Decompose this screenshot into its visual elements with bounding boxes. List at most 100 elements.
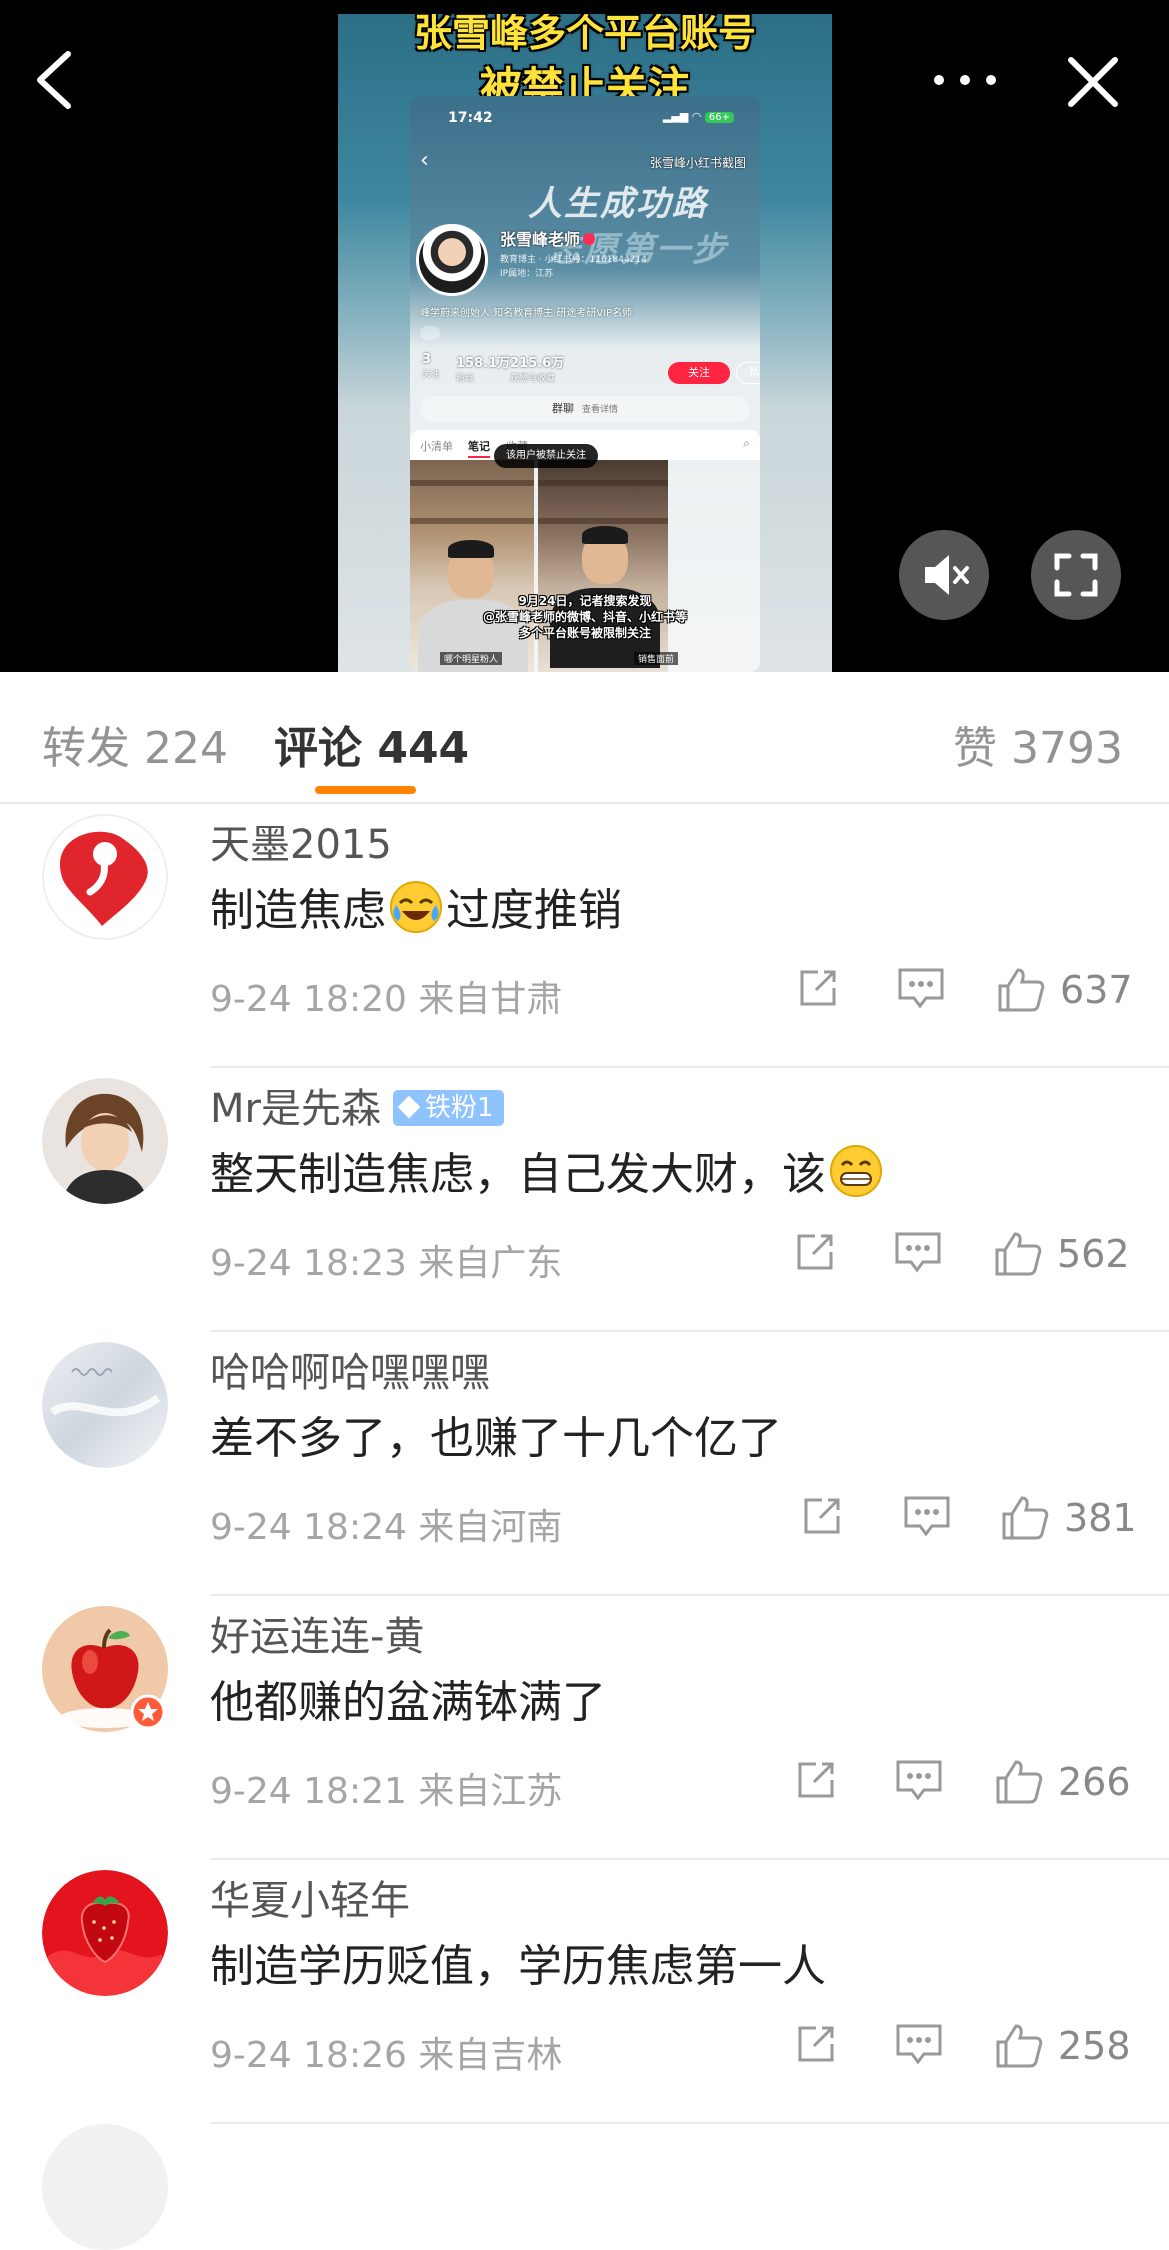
like-count: 258 xyxy=(1058,2024,1131,2068)
diamond-icon xyxy=(397,1095,421,1119)
group-chat-label: 群聊 xyxy=(551,402,574,415)
fullscreen-icon[interactable] xyxy=(1031,530,1121,620)
comment-meta: 9-24 18:21 来自江苏 xyxy=(210,1762,562,1814)
inner-back-icon: ‹ xyxy=(420,148,429,173)
comment-text: 整天制造焦虑，自己发大财，该 xyxy=(210,1138,886,1202)
comment-text: 制造焦虑 过度推销 xyxy=(210,874,622,938)
video-headline-line1: 张雪峰多个平台账号 xyxy=(413,14,756,55)
tab-repost[interactable]: 转发 224 xyxy=(42,712,228,776)
comment-text: 他都赚的盆满钵满了 xyxy=(210,1677,606,1728)
comment-location: 来自甘肃 xyxy=(418,979,563,1020)
tab-likes[interactable]: 赞 3793 xyxy=(953,712,1123,776)
username[interactable]: 哈哈啊哈嘿嘿嘿 xyxy=(210,1340,490,1398)
tabs-bar: 转发 224 评论 444 赞 3793 xyxy=(0,672,1169,804)
crying-laughing-emoji-icon xyxy=(388,879,444,935)
like-icon xyxy=(996,2024,1043,2068)
active-tab-indicator xyxy=(315,786,416,794)
reply-icon[interactable] xyxy=(893,1230,943,1274)
caption-line3: 多个平台账号被限制关注 xyxy=(518,626,651,640)
comment-time: 9-24 18:23 xyxy=(210,1243,407,1284)
like-button[interactable]: 637 xyxy=(996,966,1133,1016)
like-icon xyxy=(995,1232,1042,1276)
verified-icon xyxy=(583,233,596,245)
vip-badge-icon xyxy=(130,1694,166,1730)
avatar[interactable] xyxy=(42,1606,168,1732)
stat-following: 3 关注 xyxy=(422,352,441,380)
battery-badge: 66+ xyxy=(704,112,734,123)
comment-text: 差不多了，也赚了十几个亿了 xyxy=(210,1413,782,1464)
share-icon[interactable] xyxy=(800,1494,844,1538)
comment-item: 哈哈啊哈嘿嘿嘿 差不多了，也赚了十几个亿了 9-24 18:24 来自河南 38… xyxy=(0,1332,1169,1596)
video-player[interactable]: 张雪峰多个平台账号 被禁止关注 17:42 ▂▄▆ ◠ 66+ ‹ 张雪峰小红书… xyxy=(0,0,1169,672)
inner-follow-button: 关注 xyxy=(668,362,730,384)
group-chat-sub: 查看详情 xyxy=(581,405,618,415)
comment-item: 好运连连-黄 他都赚的盆满钵满了 9-24 18:21 来自江苏 266 xyxy=(0,1596,1169,1860)
like-count: 637 xyxy=(1060,968,1133,1012)
comment-item: Mr是先森 铁粉1 整天制造焦虑，自己发大财，该 9-24 18:23 来自广东 … xyxy=(0,1068,1169,1332)
avatar[interactable] xyxy=(42,1342,168,1468)
inner-message-button: 私信 xyxy=(736,362,760,384)
close-icon[interactable] xyxy=(1063,52,1123,112)
share-icon[interactable] xyxy=(796,966,840,1010)
slogan-line1: 人生成功路 xyxy=(528,184,708,224)
comment-location: 来自江苏 xyxy=(418,1771,563,1812)
profile-bio: 峰学蔚来创始人 知名教育博主 研途考研VIP名师 xyxy=(420,308,633,319)
thumb-label-right: 销售面前 xyxy=(634,652,679,665)
thumb-label-left: 哪个明星粉人 xyxy=(440,652,503,665)
comment-time: 9-24 18:21 xyxy=(210,1771,407,1812)
share-icon[interactable] xyxy=(793,1230,837,1274)
avatar[interactable] xyxy=(42,814,168,940)
comment-text: 制造学历贬值，学历焦虑第一人 xyxy=(210,1941,826,1992)
reply-icon[interactable] xyxy=(896,966,946,1010)
share-icon[interactable] xyxy=(794,2022,838,2066)
comment-meta: 9-24 18:23 来自广东 xyxy=(210,1234,562,1286)
inner-tab-list: 小清单 xyxy=(420,440,453,453)
stat-fans: 158.1万 粉丝 xyxy=(456,356,511,384)
caption-line2: @张雪峰老师的微博、抖音、小红书等 xyxy=(482,610,687,624)
avatar[interactable] xyxy=(42,1078,168,1204)
comment-location: 来自吉林 xyxy=(418,2035,563,2076)
share-icon[interactable] xyxy=(794,1758,838,1802)
group-chat-bar: 群聊 查看详情 xyxy=(420,396,750,422)
comment-list: 天墨2015 制造焦虑 过度推销 9-24 18:20 来自甘肃 637 Mr是先… xyxy=(0,804,1169,2124)
comment-time: 9-24 18:24 xyxy=(210,1507,407,1548)
more-dots-icon[interactable] xyxy=(925,62,1005,98)
video-frame[interactable]: 张雪峰多个平台账号 被禁止关注 17:42 ▂▄▆ ◠ 66+ ‹ 张雪峰小红书… xyxy=(338,14,832,672)
like-button[interactable]: 258 xyxy=(994,2022,1131,2072)
profile-tag xyxy=(420,326,440,340)
username[interactable]: 好运连连-黄 xyxy=(210,1604,424,1662)
caption-line1: 9月24日，记者搜索发现 xyxy=(518,594,652,608)
tab-comments[interactable]: 评论 444 xyxy=(274,712,469,776)
comment-meta: 9-24 18:26 来自吉林 xyxy=(210,2026,562,2078)
inner-tab-notes: 笔记 xyxy=(468,438,490,458)
like-count: 381 xyxy=(1064,1496,1137,1540)
comment-meta: 9-24 18:24 来自河南 xyxy=(210,1498,562,1550)
like-count: 266 xyxy=(1058,1760,1131,1804)
status-indicators: ▂▄▆ ◠ 66+ xyxy=(663,110,734,123)
back-arrow-icon[interactable] xyxy=(30,48,80,112)
username[interactable]: Mr是先森 铁粉1 xyxy=(210,1076,504,1134)
profile-name: 张雪峰老师 xyxy=(500,226,596,250)
inner-profile-screenshot: 17:42 ▂▄▆ ◠ 66+ ‹ 张雪峰小红书截图 人生成功路 志愿第一步 张… xyxy=(410,96,760,672)
profile-ip: IP属地：江苏 xyxy=(500,269,554,279)
divider xyxy=(210,2122,1169,2124)
like-button[interactable]: 381 xyxy=(1000,1494,1137,1544)
comment-meta: 9-24 18:20 来自甘肃 xyxy=(210,970,562,1022)
status-time: 17:42 xyxy=(448,110,493,126)
avatar[interactable] xyxy=(42,1870,168,1996)
stat-likes-collects: 215.6万 获赞与收藏 xyxy=(510,356,565,384)
reply-icon[interactable] xyxy=(894,1758,944,1802)
next-comment-avatar-partial xyxy=(42,2124,168,2250)
fan-badge: 铁粉1 xyxy=(392,1090,504,1126)
source-label: 张雪峰小红书截图 xyxy=(649,156,746,170)
like-icon xyxy=(1002,1496,1049,1540)
reply-icon[interactable] xyxy=(902,1494,952,1538)
username[interactable]: 天墨2015 xyxy=(210,812,392,870)
mute-icon[interactable] xyxy=(899,530,989,620)
like-button[interactable]: 562 xyxy=(993,1230,1130,1280)
like-count: 562 xyxy=(1057,1232,1130,1276)
like-icon xyxy=(996,1760,1043,1804)
like-button[interactable]: 266 xyxy=(994,1758,1131,1808)
reply-icon[interactable] xyxy=(894,2022,944,2066)
username[interactable]: 华夏小轻年 xyxy=(210,1868,410,1926)
